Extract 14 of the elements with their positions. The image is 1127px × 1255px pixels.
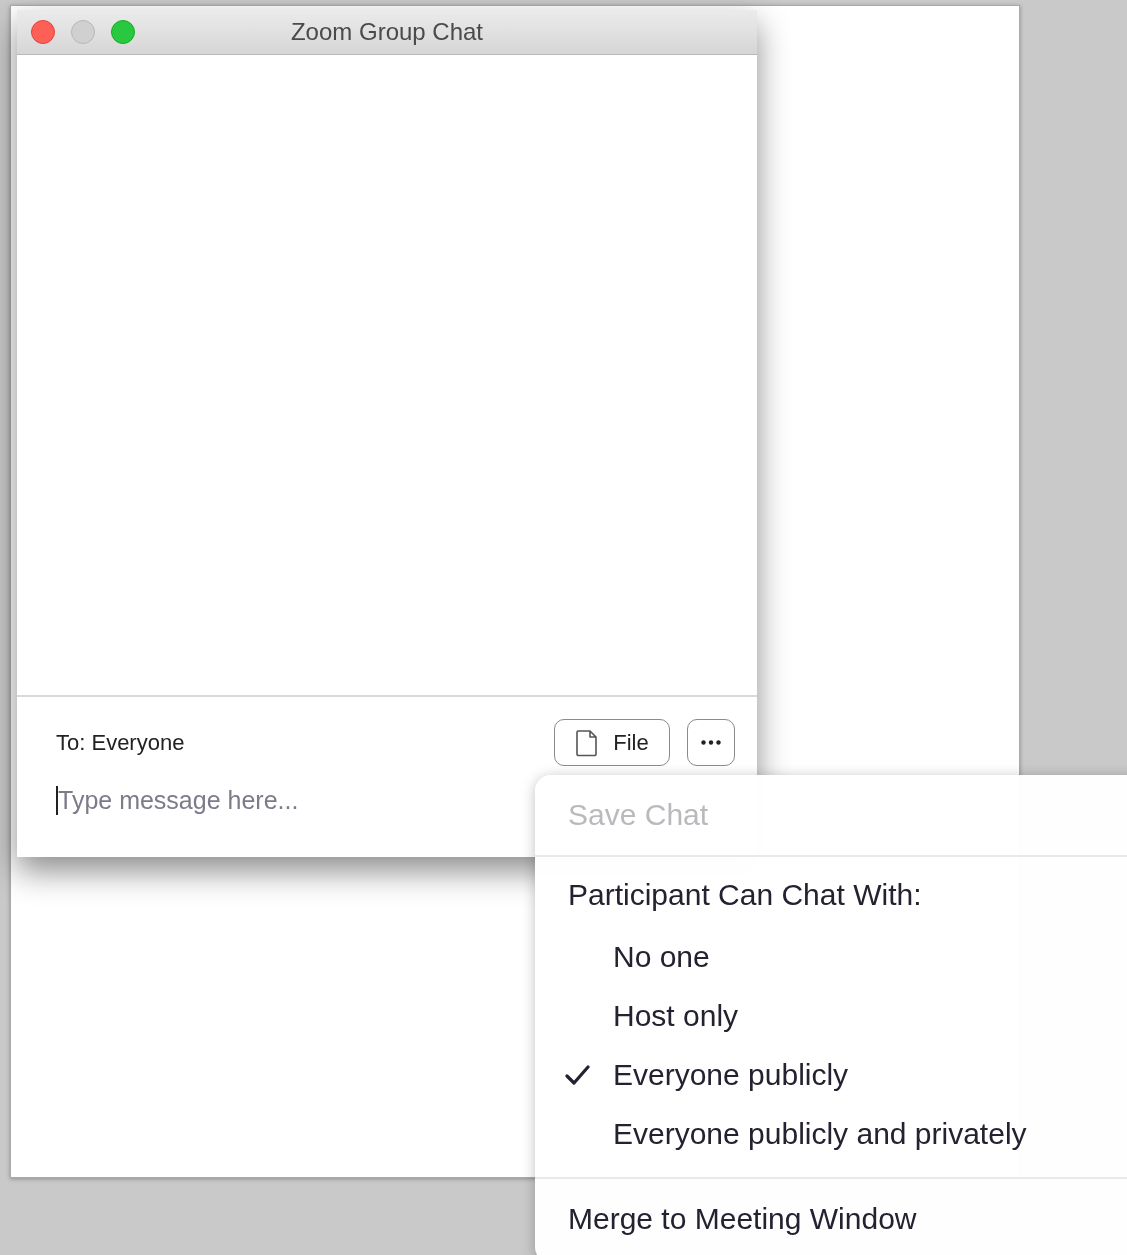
menu-item[interactable]: Merge to Meeting Window bbox=[535, 1179, 1127, 1255]
recipient-label: To: Everyone bbox=[56, 729, 186, 756]
document-icon bbox=[575, 728, 600, 757]
close-button[interactable] bbox=[31, 20, 55, 44]
menu-heading: Participant Can Chat With: bbox=[567, 877, 923, 913]
more-button[interactable] bbox=[687, 719, 735, 766]
menu-option[interactable]: No one bbox=[613, 939, 710, 974]
window-title: Zoom Group Chat bbox=[290, 18, 484, 46]
ellipsis-icon bbox=[701, 740, 721, 745]
menu-option[interactable]: Everyone publicly bbox=[613, 1057, 849, 1092]
menu-option[interactable]: Everyone publicly and privately bbox=[613, 1116, 1027, 1151]
menu-option[interactable]: Host only bbox=[613, 998, 739, 1033]
zoom-button[interactable] bbox=[111, 20, 135, 44]
file-button[interactable]: File bbox=[554, 719, 670, 766]
